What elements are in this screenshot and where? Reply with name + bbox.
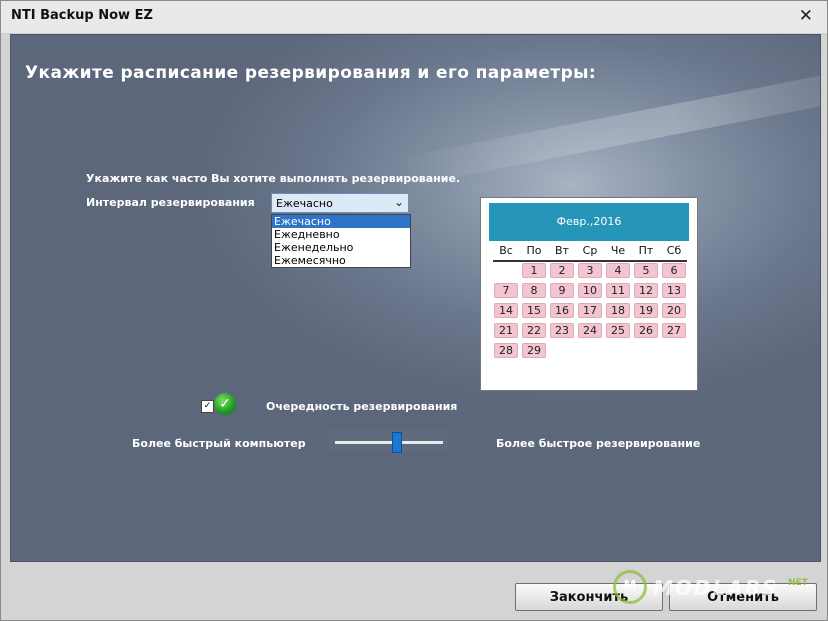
calendar-day[interactable]: 18 (606, 303, 630, 318)
priority-checkbox[interactable]: ✓ (201, 400, 214, 413)
calendar-day[interactable]: 20 (662, 303, 686, 318)
calendar-day[interactable]: 16 (550, 303, 574, 318)
watermark-text: MODLABS (653, 576, 779, 600)
interval-label: Интервал резервирования (86, 196, 255, 209)
calendar-day[interactable]: 28 (494, 343, 518, 358)
chevron-down-icon[interactable]: ⌄ (394, 195, 404, 209)
calendar-day[interactable]: 1 (522, 263, 546, 278)
calendar-day[interactable]: 3 (578, 263, 602, 278)
speed-left-label: Более быстрый компьютер (132, 437, 306, 450)
interval-select-value: Ежечасно (276, 197, 333, 210)
interval-option-hourly[interactable]: Ежечасно (272, 215, 410, 228)
title-bar: NTI Backup Now EZ ✕ (1, 1, 827, 34)
priority-label: Очередность резервирования (266, 400, 458, 413)
calendar-day[interactable]: 27 (662, 323, 686, 338)
weekday-label: Ср (582, 244, 598, 257)
window-title: NTI Backup Now EZ (11, 8, 153, 23)
calendar-day[interactable]: 29 (522, 343, 546, 358)
interval-option-monthly[interactable]: Ежемесячно (272, 254, 410, 267)
frequency-prompt: Укажите как часто Вы хотите выполнять ре… (86, 172, 461, 185)
calendar-month-header[interactable]: Февр.,2016 (489, 203, 689, 241)
weekday-label: Че (610, 244, 626, 257)
calendar-day[interactable]: 9 (550, 283, 574, 298)
calendar-day[interactable]: 21 (494, 323, 518, 338)
calendar-day[interactable]: 4 (606, 263, 630, 278)
speed-slider-thumb[interactable] (392, 432, 402, 453)
schedule-panel: Укажите расписание резервирования и его … (10, 34, 821, 562)
page-heading: Укажите расписание резервирования и его … (25, 63, 597, 83)
calendar-day[interactable]: 12 (634, 283, 658, 298)
calendar-day[interactable]: 11 (606, 283, 630, 298)
calendar-day[interactable]: 6 (662, 263, 686, 278)
calendar-day[interactable]: 23 (550, 323, 574, 338)
calendar-day[interactable]: 14 (494, 303, 518, 318)
calendar-day[interactable]: 2 (550, 263, 574, 278)
interval-option-weekly[interactable]: Еженедельно (272, 241, 410, 254)
interval-select[interactable]: Ежечасно ⌄ (271, 193, 409, 213)
calendar-day[interactable]: 24 (578, 323, 602, 338)
calendar-day[interactable]: 22 (522, 323, 546, 338)
calendar-day[interactable]: 19 (634, 303, 658, 318)
calendar-day[interactable]: 25 (606, 323, 630, 338)
app-window: NTI Backup Now EZ ✕ Укажите расписание р… (0, 0, 828, 621)
weekday-label: Сб (666, 244, 682, 257)
watermark: M MODLABS NET (613, 568, 818, 608)
interval-option-daily[interactable]: Ежедневно (272, 228, 410, 241)
calendar: Февр.,2016 Вс По Вт Ср Че Пт Сб 12345678… (480, 197, 698, 391)
speed-right-label: Более быстрое резервирование (496, 437, 701, 450)
weekday-label: Пт (638, 244, 654, 257)
calendar-day[interactable]: 15 (522, 303, 546, 318)
calendar-day[interactable]: 10 (578, 283, 602, 298)
close-icon[interactable]: ✕ (799, 6, 813, 26)
calendar-day[interactable]: 17 (578, 303, 602, 318)
interval-dropdown: Ежечасно Ежедневно Еженедельно Ежемесячн… (271, 214, 411, 268)
watermark-suffix: NET (788, 578, 808, 588)
weekday-label: По (526, 244, 542, 257)
calendar-divider (493, 260, 687, 262)
speed-slider-track[interactable] (335, 441, 443, 444)
weekday-label: Вс (499, 244, 513, 257)
calendar-day[interactable]: 5 (634, 263, 658, 278)
weekday-label: Вт (555, 244, 569, 257)
calendar-day[interactable]: 26 (634, 323, 658, 338)
calendar-day[interactable]: 13 (662, 283, 686, 298)
check-circle-icon: ✓ (214, 393, 236, 415)
watermark-logo-icon: M (613, 570, 647, 604)
calendar-day[interactable]: 8 (522, 283, 546, 298)
calendar-day[interactable]: 7 (494, 283, 518, 298)
